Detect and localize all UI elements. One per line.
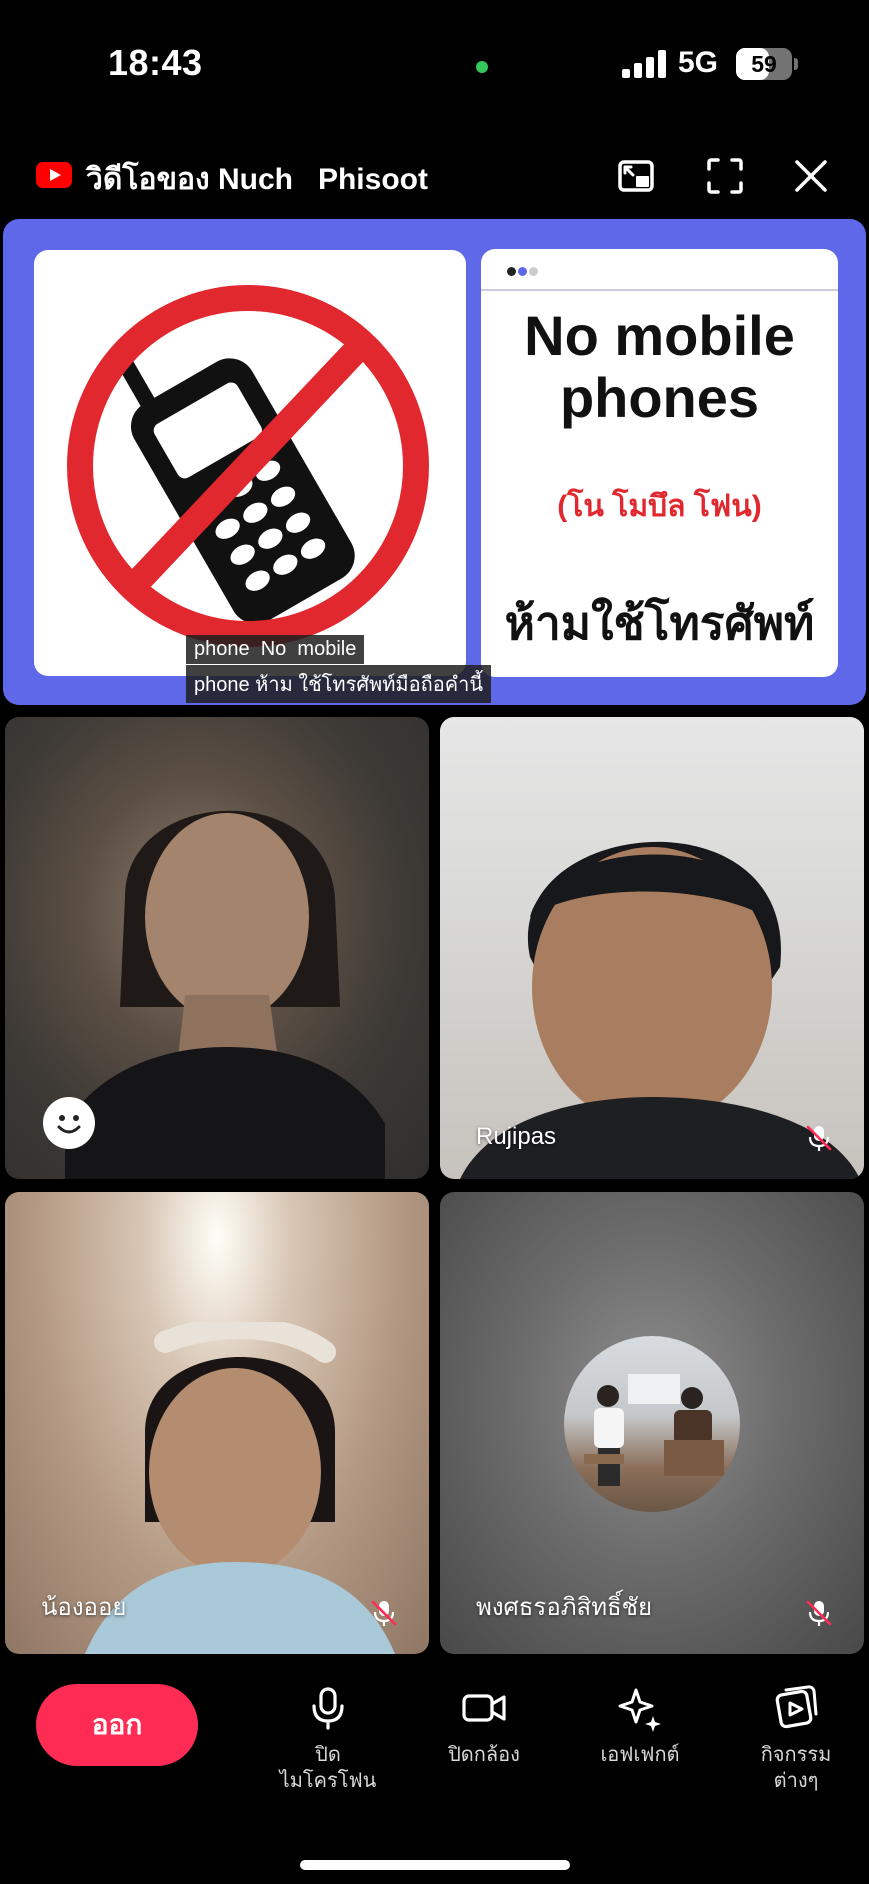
sparkle-icon: [618, 1688, 661, 1732]
mic-label: ปิด ไมโครโฟน: [279, 1744, 377, 1792]
card-dots-icon: [507, 263, 540, 281]
cellular-signal-icon: [622, 50, 668, 78]
activities-icon: [775, 1685, 818, 1729]
mic-muted-icon: [371, 1600, 397, 1626]
picture-in-picture-button[interactable]: [615, 154, 659, 198]
youtube-icon: [36, 162, 72, 188]
participant-avatar: [564, 1336, 740, 1512]
no-phone-icon: [67, 285, 429, 647]
sign-thai-text: ห้ามใช้โทรศัพท์: [504, 597, 815, 649]
participant-name: พงศธรอภิสิทธิ์ชัย: [476, 1594, 653, 1621]
video-title: วิดีโอของ Nuch Phisoot: [86, 163, 428, 196]
participant-video: [65, 810, 385, 1179]
mic-muted-icon: [806, 1600, 832, 1626]
mic-muted-indicator: [804, 1598, 834, 1628]
activities-label: กิจกรรม ต่างๆ: [760, 1744, 832, 1792]
participant-tile[interactable]: พงศธรอภิสิทธิ์ชัย: [440, 1192, 864, 1654]
live-caption-line-2: phone ห้าม ใช้โทรศัพท์มือถือคำนี้: [186, 665, 491, 703]
network-type: 5G: [678, 46, 719, 79]
smiley-icon: [57, 1115, 81, 1134]
reaction-button[interactable]: [43, 1097, 95, 1149]
no-phone-text-card: No mobile phones (โน โมบึล โฟน) ห้ามใช้โ…: [481, 249, 838, 677]
participant-name: Rujipas: [476, 1123, 557, 1150]
status-time: 18:43: [108, 42, 203, 83]
battery-icon: 59: [736, 48, 792, 80]
live-caption-line-1: phone No mobile: [186, 635, 365, 664]
sign-english-text: No mobile phones: [524, 304, 795, 429]
home-indicator[interactable]: [300, 1860, 570, 1870]
leave-button[interactable]: ออก: [36, 1684, 198, 1766]
status-bar: 18:43 5G 59: [0, 0, 869, 120]
camera-label: ปิดกล้อง: [448, 1744, 520, 1766]
close-icon: [795, 160, 827, 192]
call-controls: ออก ปิด ไมโครโฟน ปิดกล้อง เอฟเฟกต์ กิจกร…: [0, 1666, 869, 1884]
participant-video: [460, 841, 860, 1179]
participant-tile[interactable]: Rujipas: [440, 717, 864, 1179]
card-topbar: [481, 249, 838, 291]
participant-tile[interactable]: [5, 717, 429, 1179]
mic-toggle-button[interactable]: ปิด ไมโครโฟน: [268, 1684, 388, 1794]
camera-in-use-indicator: [476, 61, 488, 73]
battery-tip: [794, 58, 798, 70]
battery-level: 59: [751, 51, 777, 77]
participant-name: น้องออย: [41, 1594, 127, 1621]
video-header: วิดีโอของ Nuch Phisoot: [0, 140, 869, 210]
effects-label: เอฟเฟกต์: [600, 1744, 680, 1766]
fullscreen-button[interactable]: [703, 154, 747, 198]
effects-button[interactable]: เอฟเฟกต์: [580, 1684, 700, 1768]
mic-muted-icon: [806, 1125, 832, 1151]
mic-muted-indicator: [369, 1598, 399, 1628]
video-camera-icon: [462, 1694, 506, 1722]
fullscreen-icon: [707, 158, 743, 194]
camera-toggle-button[interactable]: ปิดกล้อง: [424, 1684, 544, 1768]
activities-button[interactable]: กิจกรรม ต่างๆ: [736, 1684, 856, 1794]
microphone-icon: [312, 1687, 344, 1730]
sign-pronunciation: (โน โมบึล โฟน): [557, 490, 762, 523]
picture-in-picture-icon: [618, 160, 654, 192]
close-button[interactable]: [789, 154, 833, 198]
mic-muted-indicator: [804, 1123, 834, 1153]
shared-screen[interactable]: No mobile phones (โน โมบึล โฟน) ห้ามใช้โ…: [3, 219, 866, 705]
no-phone-sign: [34, 250, 466, 676]
avatar-photo: [584, 1374, 724, 1486]
participant-tile[interactable]: น้องออย: [5, 1192, 429, 1654]
